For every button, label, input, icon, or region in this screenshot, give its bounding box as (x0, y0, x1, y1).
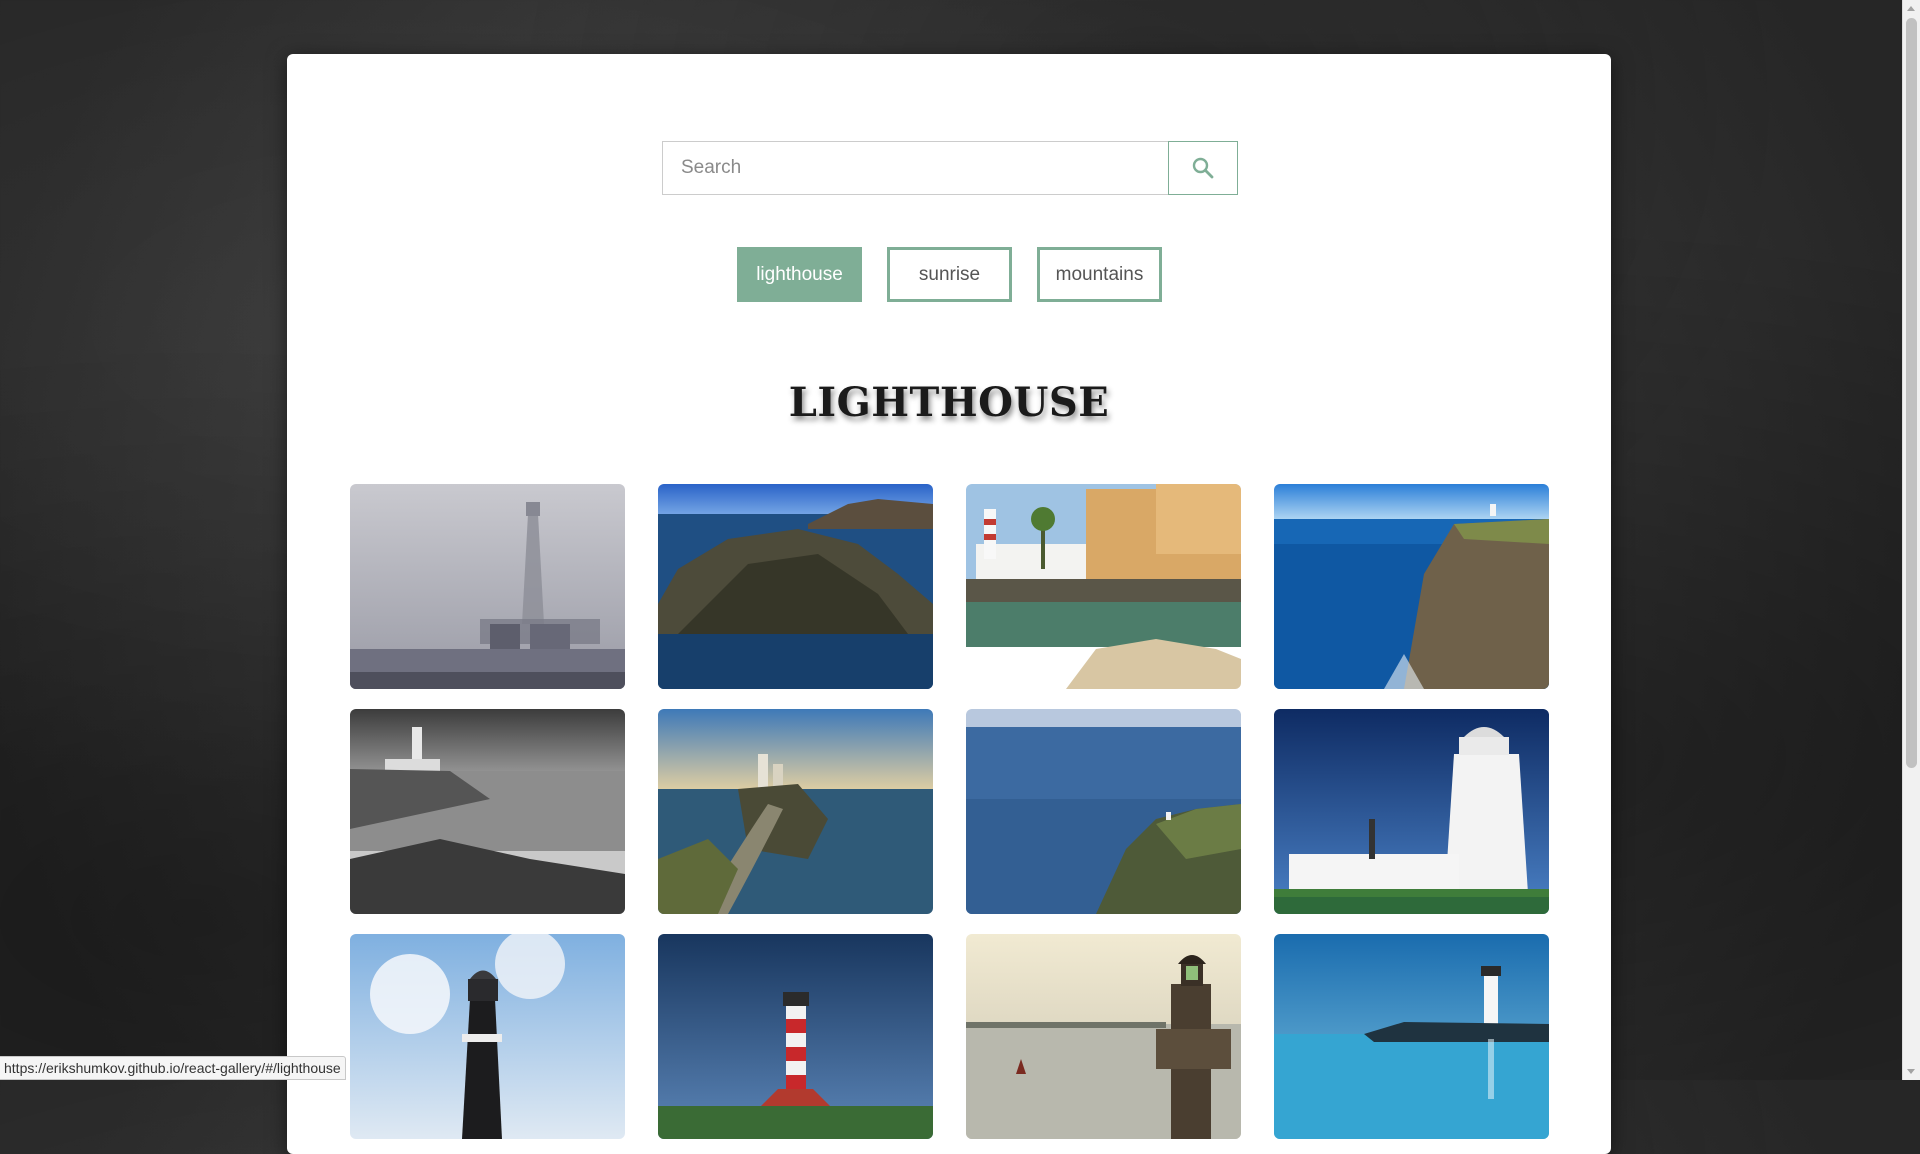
gallery-photo[interactable] (1274, 709, 1549, 914)
tag-lighthouse[interactable]: lighthouse (737, 247, 862, 302)
gallery-photo[interactable] (658, 484, 933, 689)
topic-nav: lighthouse sunrise mountains (737, 247, 1162, 302)
photo-grid (350, 484, 1549, 1139)
tag-sunrise[interactable]: sunrise (887, 247, 1012, 302)
search-button[interactable] (1168, 141, 1238, 195)
sea-cliff-lighthouse-photo (1274, 484, 1549, 689)
gallery-photo[interactable] (658, 709, 933, 914)
search-input[interactable] (662, 141, 1168, 195)
page-scrollbar[interactable] (1902, 0, 1920, 1080)
ocean-cliff-photo (966, 709, 1241, 914)
gallery-photo[interactable] (350, 709, 625, 914)
white-lighthouse-photo (1274, 709, 1549, 914)
striped-lighthouse-photo (658, 934, 933, 1139)
search-form (662, 141, 1238, 195)
scroll-down-icon[interactable] (1907, 1069, 1915, 1074)
rocky-coast-photo (658, 484, 933, 689)
gallery-photo[interactable] (966, 709, 1241, 914)
pier-lighthouse-photo (1274, 934, 1549, 1139)
gallery-photo[interactable] (658, 934, 933, 1139)
black-white-lighthouse-photo (350, 709, 625, 914)
scrollbar-thumb[interactable] (1906, 18, 1917, 768)
gallery-photo[interactable] (350, 934, 625, 1139)
coastal-town-lighthouse-photo (966, 484, 1241, 689)
gallery-photo[interactable] (966, 484, 1241, 689)
gallery-photo[interactable] (350, 484, 625, 689)
gallery-photo[interactable] (1274, 934, 1549, 1139)
gallery-photo[interactable] (1274, 484, 1549, 689)
tag-mountains[interactable]: mountains (1037, 247, 1162, 302)
gallery-title: LIGHTHOUSE (788, 379, 1110, 426)
status-bar-url: https://erikshumkov.github.io/react-gall… (0, 1056, 346, 1080)
harbor-lighthouse-photo (966, 934, 1241, 1139)
lighthouse-causeway-photo (658, 709, 933, 914)
gallery-container: lighthouse sunrise mountains LIGHTHOUSE (287, 54, 1611, 1154)
gallery-photo[interactable] (966, 934, 1241, 1139)
foggy-lighthouse-photo (350, 484, 625, 689)
scroll-up-icon[interactable] (1907, 6, 1915, 11)
search-icon (1192, 157, 1214, 179)
black-lighthouse-photo (350, 934, 625, 1139)
